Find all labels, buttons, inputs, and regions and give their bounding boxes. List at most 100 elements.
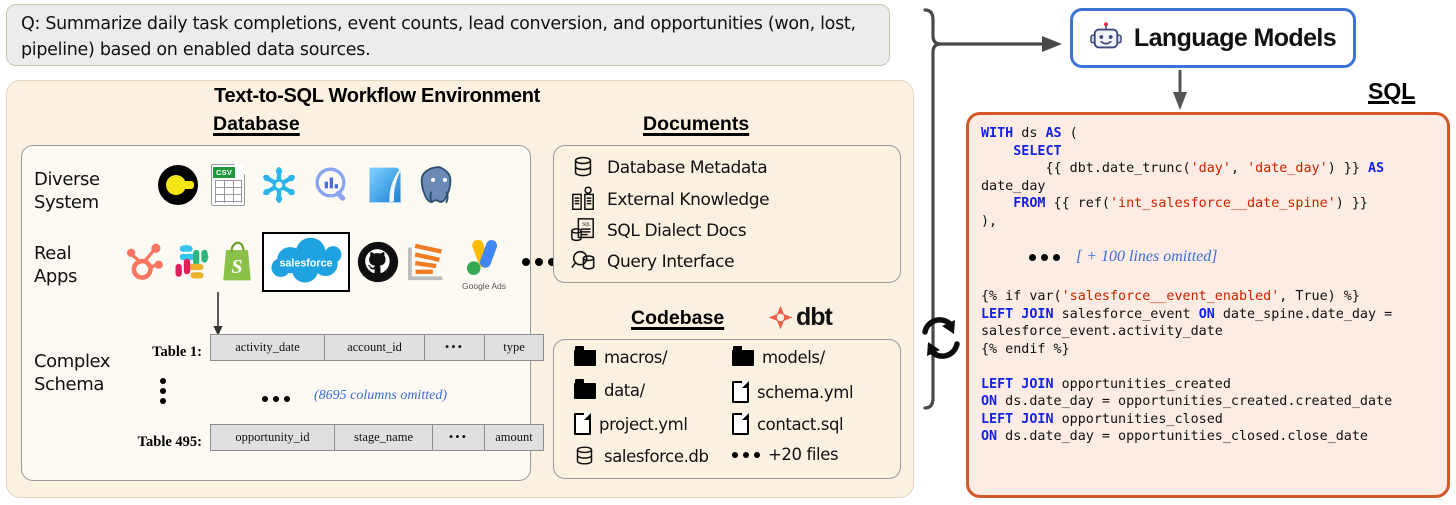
omitted-lines-row: [ + 100 lines omitted] xyxy=(1029,248,1435,266)
dbt-mark-icon xyxy=(768,305,793,330)
list-item[interactable]: SQL SQL Dialect Docs xyxy=(570,217,747,245)
ellipsis-icon xyxy=(1029,253,1060,261)
list-item-label: salesforce.db xyxy=(604,446,709,466)
file-icon xyxy=(732,381,749,403)
dbt-logo: dbt xyxy=(767,303,833,332)
documents-heading: Documents xyxy=(643,113,750,135)
sql-code-top: WITH ds AS ( SELECT {{ dbt.date_trunc('d… xyxy=(981,126,1385,229)
salesforce-to-table-arrow xyxy=(213,292,223,336)
question-box: Q: Summarize daily task completions, eve… xyxy=(6,4,890,66)
table-cell: activity_date xyxy=(211,335,325,360)
list-item[interactable]: +20 files xyxy=(732,445,839,464)
list-item[interactable]: Query Interface xyxy=(570,248,735,276)
svg-text:SQL: SQL xyxy=(582,221,591,226)
list-item[interactable]: project.yml xyxy=(574,413,688,435)
sql-output-box: WITH ds AS ( SELECT {{ dbt.date_trunc('d… xyxy=(966,112,1450,498)
sql-doc-icon: SQL xyxy=(570,217,598,245)
table-495-label: Table 495: xyxy=(137,434,202,450)
list-item[interactable]: data/ xyxy=(574,378,645,400)
ellipsis-icon xyxy=(522,258,556,266)
documents-card: Database Metadata External Knowledge SQL xyxy=(553,145,901,283)
list-item-label: macros/ xyxy=(604,348,668,367)
csv-file-icon: CSV xyxy=(211,164,245,206)
ellipsis-icon xyxy=(262,396,290,402)
list-item-label: External Knowledge xyxy=(607,190,770,210)
columns-omitted-note: (8695 columns omitted) xyxy=(314,388,447,403)
list-item-label: Query Interface xyxy=(607,252,735,272)
file-icon xyxy=(732,413,749,435)
folder-icon xyxy=(732,345,754,366)
list-item-label: project.yml xyxy=(599,414,688,434)
database-cylinder-icon xyxy=(574,445,596,467)
salesforce-icon: salesforce xyxy=(262,232,350,292)
list-item-label: schema.yml xyxy=(757,382,854,402)
sqlite-icon xyxy=(366,164,404,206)
table-cell-ellipsis: ••• xyxy=(433,425,485,450)
database-card: Diverse System CSV Real Apps S salesforc… xyxy=(21,145,556,481)
open-book-bulb-icon xyxy=(570,186,598,214)
table-cell: account_id xyxy=(325,335,425,360)
refresh-loop-icon xyxy=(922,317,960,359)
database-cylinder-icon xyxy=(570,154,598,182)
file-icon xyxy=(574,413,591,435)
robot-icon xyxy=(1090,22,1122,54)
magnifier-database-icon xyxy=(570,248,598,276)
list-item[interactable]: contact.sql xyxy=(732,413,844,435)
bigquery-icon xyxy=(313,165,353,205)
list-item[interactable]: salesforce.db xyxy=(574,445,709,467)
lm-to-sql-arrow xyxy=(1173,70,1187,110)
svg-text:S: S xyxy=(231,256,242,278)
google-ads-icon: Google Ads xyxy=(458,236,510,291)
vertical-ellipsis-icon xyxy=(160,378,166,404)
table-cell: stage_name xyxy=(335,425,433,450)
table-row: opportunity_id stage_name ••• amount xyxy=(210,424,544,451)
list-item-label: Database Metadata xyxy=(607,158,768,178)
row-label-real-apps: Real Apps xyxy=(34,243,77,287)
github-icon xyxy=(356,240,400,284)
table-cell-ellipsis: ••• xyxy=(425,335,485,360)
language-models-label: Language Models xyxy=(1133,23,1337,52)
merge-bracket xyxy=(923,8,942,410)
row-label-complex-schema: Complex Schema xyxy=(34,351,111,395)
shopify-icon: S xyxy=(218,240,256,284)
folder-icon xyxy=(574,378,596,399)
asana-icon xyxy=(406,240,452,284)
table-cell: type xyxy=(503,340,525,354)
list-item-label: +20 files xyxy=(768,445,839,464)
table-1-label: Table 1: xyxy=(152,344,202,360)
codebase-heading: Codebase xyxy=(631,307,725,329)
sql-output-label: SQL xyxy=(1368,78,1416,104)
real-apps-icon-row: S salesforce Google Ads xyxy=(122,232,556,292)
list-item-label: SQL Dialect Docs xyxy=(607,221,747,241)
list-item-label: data/ xyxy=(604,381,645,400)
ellipsis-icon xyxy=(732,451,760,458)
diverse-system-icon-row: CSV xyxy=(158,164,461,206)
list-item-label: contact.sql xyxy=(757,414,844,434)
codebase-card: macros/ data/ project.yml salesforce.db … xyxy=(553,339,901,479)
list-item[interactable]: macros/ xyxy=(574,345,668,367)
list-item[interactable]: models/ xyxy=(732,345,825,367)
language-models-box[interactable]: Language Models xyxy=(1070,8,1356,68)
environment-panel: Text-to-SQL Workflow Environment Databas… xyxy=(6,80,914,498)
google-ads-label: Google Ads xyxy=(462,281,506,291)
duckdb-icon xyxy=(158,165,198,205)
list-item[interactable]: schema.yml xyxy=(732,381,854,403)
database-heading: Database xyxy=(213,113,300,135)
salesforce-wordmark: salesforce xyxy=(279,258,332,270)
table-row: activity_date account_id ••• type xyxy=(210,334,544,361)
table-cell: amount xyxy=(495,430,533,444)
folder-icon xyxy=(574,345,596,366)
hubspot-icon xyxy=(122,240,166,284)
snowflake-icon xyxy=(258,164,300,206)
bracket-to-lm-arrow xyxy=(941,36,1062,52)
slack-icon xyxy=(172,242,212,282)
list-item-label: models/ xyxy=(762,348,825,367)
table-cell: opportunity_id xyxy=(211,425,335,450)
omitted-lines-note: [ + 100 lines omitted] xyxy=(1076,248,1218,265)
sql-code-bottom: {% if var('salesforce__event_enabled', T… xyxy=(981,289,1393,444)
list-item[interactable]: External Knowledge xyxy=(570,186,770,214)
list-item[interactable]: Database Metadata xyxy=(570,154,768,182)
question-text: Q: Summarize daily task completions, eve… xyxy=(21,14,856,60)
row-label-diverse-system: Diverse System xyxy=(34,169,100,213)
dbt-label: dbt xyxy=(796,303,833,331)
